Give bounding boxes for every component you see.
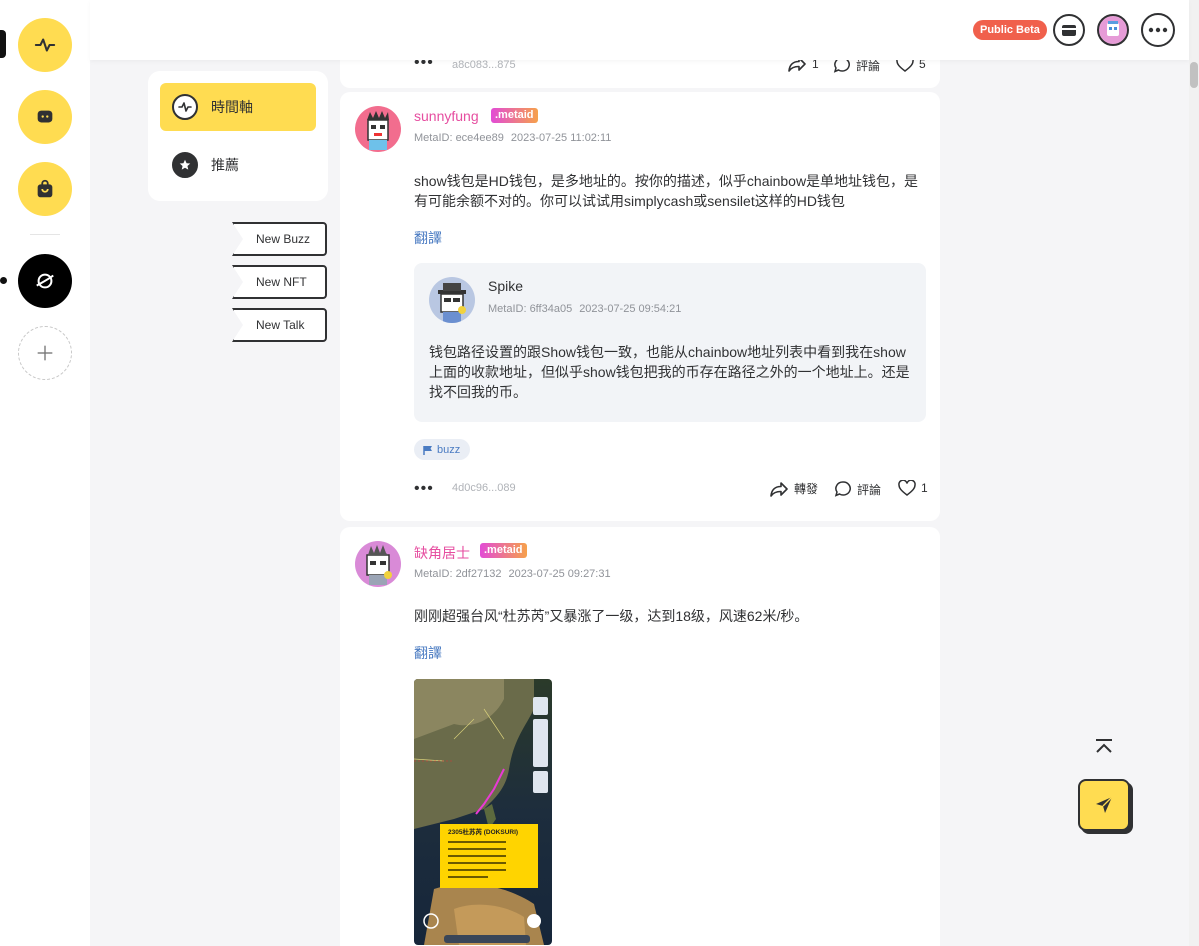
timeline-icon[interactable] [18,18,72,72]
comment-button[interactable]: 評論 [834,480,881,498]
page-scrollbar[interactable] [1189,0,1199,946]
metaid-badge: .metaid [491,108,538,123]
user-avatar[interactable] [355,541,401,587]
public-beta-badge: Public Beta [973,20,1047,40]
wallet-icon[interactable] [1053,14,1085,46]
forward-label: 轉發 [794,482,819,496]
user-avatar[interactable] [1097,14,1129,46]
quote-user-name[interactable]: Spike [488,278,523,294]
app-rail [0,0,90,946]
scroll-to-top-icon[interactable] [1094,736,1114,756]
metaid-badge: .metaid [480,543,527,558]
tag-label: buzz [437,443,461,456]
metaid-app-icon[interactable] [18,254,72,308]
post-content: 刚刚超强台风“杜苏芮”又暴涨了一级，达到18级，风速62米/秒。 [414,608,809,624]
like-count: 1 [921,481,928,495]
post-image[interactable]: 2305杜苏芮 (DOKSURI) [414,679,552,945]
feed-menu: 時間軸 推薦 [148,71,328,201]
quote-content: 钱包路径设置的跟Show钱包一致，也能从chainbow地址列表中看到我在sho… [429,344,910,400]
quoted-post[interactable]: Spike MetaID: 6ff34a05 2023-07-25 09:54:2… [414,263,926,422]
rail-divider [30,234,60,235]
post-meta: MetaID: ece4ee89 2023-07-25 11:02:11 [414,132,611,144]
top-bar: Public Beta [90,0,1189,60]
post-card: 缺角居士 .metaid MetaID: 2df27132 2023-07-25 … [340,527,940,946]
menu-item-label: 時間軸 [211,99,253,115]
pulse-icon [172,94,198,120]
send-icon [1096,796,1113,813]
comment-icon [834,481,851,497]
menu-item-recommend[interactable]: 推薦 [160,141,316,189]
add-icon[interactable] [18,326,72,380]
topic-tag[interactable]: buzz [414,439,471,460]
metaid-text: MetaID: ece4ee89 [414,132,504,144]
flag-icon [423,445,432,455]
chat-icon[interactable] [18,90,72,144]
user-avatar[interactable] [355,106,401,152]
post-meta: MetaID: 2df27132 2023-07-25 09:27:31 [414,568,611,580]
forward-button[interactable]: 轉發 [769,480,818,497]
active-dot [0,277,7,284]
new-nft-button[interactable]: New NFT [232,265,327,299]
post-card: sunnyfung .metaid MetaID: ece4ee89 2023-0… [340,92,940,521]
menu-item-timeline[interactable]: 時間軸 [160,83,316,131]
post-fab-button[interactable] [1078,779,1130,831]
metaid-text: MetaID: 2df27132 [414,568,502,580]
comment-label: 評論 [857,482,882,497]
star-icon [172,152,198,178]
tx-id[interactable]: a8c083...875 [452,59,516,71]
post-time: 2023-07-25 11:02:11 [510,132,612,144]
quote-metaid-text: MetaID: 6ff34a05 [488,303,573,315]
menu-item-label: 推薦 [211,157,239,173]
quote-post-time: 2023-07-25 09:54:21 [579,303,682,315]
more-icon[interactable]: ••• [414,480,434,498]
translate-link[interactable]: 翻譯 [414,228,442,248]
shop-icon[interactable] [18,162,72,216]
tx-id[interactable]: 4d0c96...089 [452,482,516,494]
quote-meta: MetaID: 6ff34a05 2023-07-25 09:54:21 [488,303,681,315]
quote-user-avatar[interactable] [429,277,475,323]
post-content: show钱包是HD钱包，是多地址的。按你的描述，似乎chainbow是单地址钱包… [414,173,919,209]
image-popup-title: 2305杜苏芮 (DOKSURI) [448,827,518,836]
post-time: 2023-07-25 09:27:31 [508,568,611,580]
user-name[interactable]: sunnyfung [414,108,479,124]
user-name[interactable]: 缺角居士 [414,543,470,563]
like-button[interactable]: 1 [898,480,928,496]
translate-link[interactable]: 翻譯 [414,643,442,663]
new-talk-button[interactable]: New Talk [232,308,327,342]
more-menu-icon[interactable] [1141,13,1175,47]
new-buzz-button[interactable]: New Buzz [232,222,327,256]
scrollbar-thumb[interactable] [1190,62,1198,88]
share-icon [770,481,788,497]
active-indicator [0,30,6,58]
heart-icon [898,480,916,496]
